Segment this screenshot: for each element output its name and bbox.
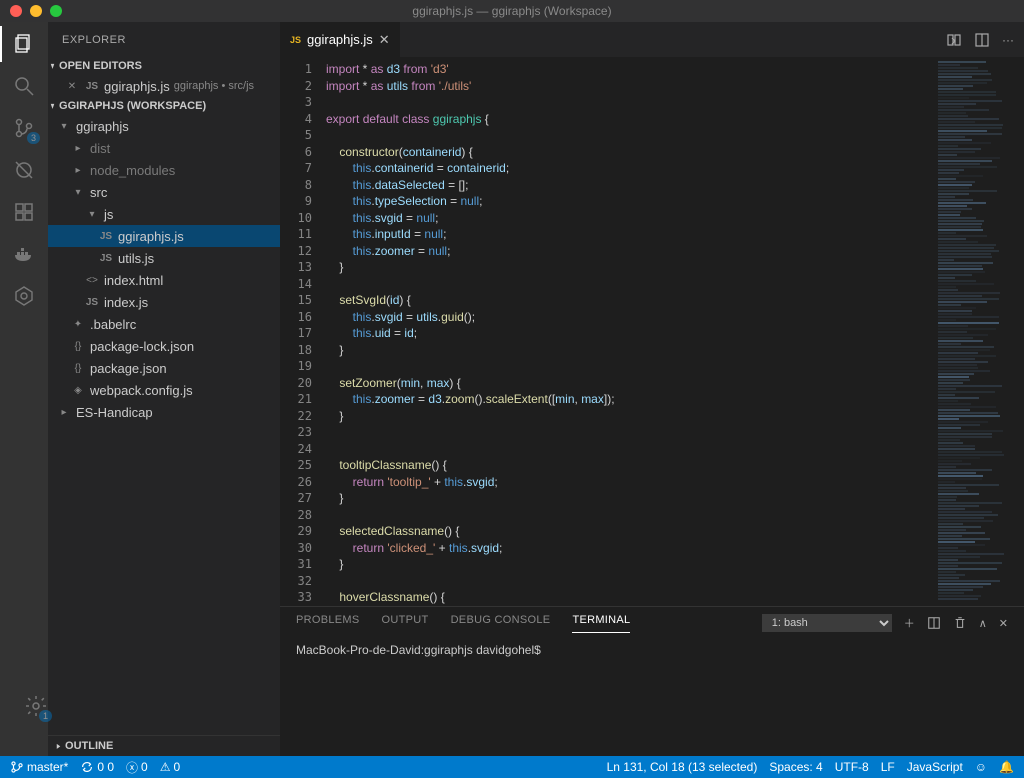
file-item[interactable]: JSindex.js <box>48 291 280 313</box>
outline-header[interactable]: ▸OUTLINE <box>48 735 280 756</box>
close-window-button[interactable] <box>10 5 22 17</box>
explorer-title: EXPLORER <box>48 22 280 57</box>
folder-icon: ▾ <box>84 206 100 222</box>
split-editor-icon[interactable] <box>974 32 990 48</box>
window-title: ggiraphjs.js — ggiraphjs (Workspace) <box>412 4 611 18</box>
terminal-output[interactable]: MacBook-Pro-de-David:ggiraphjs davidgohe… <box>280 639 1024 756</box>
folder-item[interactable]: ▸ES-Handicap <box>48 401 280 423</box>
file-item[interactable]: ◈webpack.config.js <box>48 379 280 401</box>
json-icon: {} <box>70 338 86 354</box>
maximize-panel-icon[interactable]: ∧ <box>979 617 987 630</box>
encoding[interactable]: UTF-8 <box>835 760 869 774</box>
file-tree: ▾ggiraphjs▸dist▸node_modules▾src▾jsJSggi… <box>48 115 280 423</box>
activity-bar: 3 1 <box>0 22 48 756</box>
folder-item[interactable]: ▾js <box>48 203 280 225</box>
folder-item[interactable]: ▾src <box>48 181 280 203</box>
minimize-window-button[interactable] <box>30 5 42 17</box>
language-mode[interactable]: JavaScript <box>907 760 963 774</box>
split-terminal-icon[interactable] <box>927 616 941 630</box>
code-editor[interactable]: import * as d3 from 'd3' import * as uti… <box>326 57 934 606</box>
extensions-icon[interactable] <box>12 200 36 224</box>
open-editors-header[interactable]: ▾OPEN EDITORS <box>48 57 280 75</box>
settings-gear-icon[interactable]: 1 <box>24 694 48 718</box>
compare-icon[interactable] <box>946 32 962 48</box>
file-item[interactable]: JSggiraphjs.js <box>48 225 280 247</box>
folder-icon: ▾ <box>56 118 72 134</box>
problems-errors[interactable]: ⓧ 0 <box>126 759 148 776</box>
close-panel-icon[interactable]: ✕ <box>999 617 1008 630</box>
dirty-indicator-icon: ✕ <box>64 78 80 94</box>
editor-area: JS ggiraphjs.js ✕ ··· 123456789101112131… <box>280 22 1024 756</box>
settings-badge: 1 <box>39 710 52 722</box>
titlebar: ggiraphjs.js — ggiraphjs (Workspace) <box>0 0 1024 22</box>
js-icon: JS <box>84 294 100 310</box>
open-editor-item[interactable]: ✕ JS ggiraphjs.js ggiraphjs • src/js <box>48 75 280 97</box>
notifications-icon[interactable]: 🔔 <box>999 760 1014 774</box>
close-tab-icon[interactable]: ✕ <box>379 32 390 48</box>
panel-tab-output[interactable]: OUTPUT <box>382 614 429 633</box>
folder-item[interactable]: ▾ggiraphjs <box>48 115 280 137</box>
folder-icon: ▸ <box>70 140 86 156</box>
kubernetes-icon[interactable] <box>12 284 36 308</box>
folder-icon: ▸ <box>70 162 86 178</box>
panel-tab-problems[interactable]: PROBLEMS <box>296 614 360 633</box>
json-icon: {} <box>70 360 86 376</box>
file-item[interactable]: {}package.json <box>48 357 280 379</box>
terminal-selector[interactable]: 1: bash <box>762 614 892 632</box>
js-file-icon: JS <box>84 78 100 94</box>
explorer-icon[interactable] <box>12 32 36 56</box>
minimap[interactable] <box>934 57 1024 606</box>
babel-icon: ✦ <box>70 316 86 332</box>
panel-tab-terminal[interactable]: TERMINAL <box>572 614 630 633</box>
file-item[interactable]: JSutils.js <box>48 247 280 269</box>
file-item[interactable]: <>index.html <box>48 269 280 291</box>
new-terminal-icon[interactable]: ＋ <box>904 615 915 631</box>
js-icon: JS <box>98 228 114 244</box>
scm-badge: 3 <box>27 132 40 144</box>
maximize-window-button[interactable] <box>50 5 62 17</box>
problems-warnings[interactable]: ⚠ 0 <box>160 760 180 774</box>
more-actions-icon[interactable]: ··· <box>1002 33 1014 47</box>
js-file-icon: JS <box>290 35 301 45</box>
kill-terminal-icon[interactable] <box>953 616 967 630</box>
workspace-header[interactable]: ▾GGIRAPHJS (WORKSPACE) <box>48 97 280 115</box>
folder-icon: ▸ <box>56 404 72 420</box>
eol[interactable]: LF <box>881 760 895 774</box>
webpack-icon: ◈ <box>70 382 86 398</box>
search-icon[interactable] <box>12 74 36 98</box>
folder-icon: ▾ <box>70 184 86 200</box>
source-control-icon[interactable]: 3 <box>12 116 36 140</box>
folder-item[interactable]: ▸dist <box>48 137 280 159</box>
explorer-sidebar: EXPLORER ▾OPEN EDITORS ✕ JS ggiraphjs.js… <box>48 22 280 756</box>
editor-tab[interactable]: JS ggiraphjs.js ✕ <box>280 22 401 57</box>
folder-item[interactable]: ▸node_modules <box>48 159 280 181</box>
git-branch[interactable]: master* <box>10 760 68 774</box>
git-sync[interactable]: 0 0 <box>80 760 114 774</box>
cursor-position[interactable]: Ln 131, Col 18 (13 selected) <box>607 760 758 774</box>
bottom-panel: PROBLEMS OUTPUT DEBUG CONSOLE TERMINAL 1: b… <box>280 606 1024 756</box>
file-item[interactable]: ✦.babelrc <box>48 313 280 335</box>
indentation[interactable]: Spaces: 4 <box>769 760 822 774</box>
panel-tab-debug-console[interactable]: DEBUG CONSOLE <box>451 614 551 633</box>
docker-icon[interactable] <box>12 242 36 266</box>
html-icon: <> <box>84 272 100 288</box>
file-item[interactable]: {}package-lock.json <box>48 335 280 357</box>
debug-icon[interactable] <box>12 158 36 182</box>
line-numbers: 1234567891011121314151617181920212223242… <box>280 57 326 606</box>
js-icon: JS <box>98 250 114 266</box>
window-controls <box>0 5 62 17</box>
feedback-icon[interactable]: ☺ <box>975 760 987 774</box>
status-bar: master* 0 0 ⓧ 0 ⚠ 0 Ln 131, Col 18 (13 s… <box>0 756 1024 778</box>
